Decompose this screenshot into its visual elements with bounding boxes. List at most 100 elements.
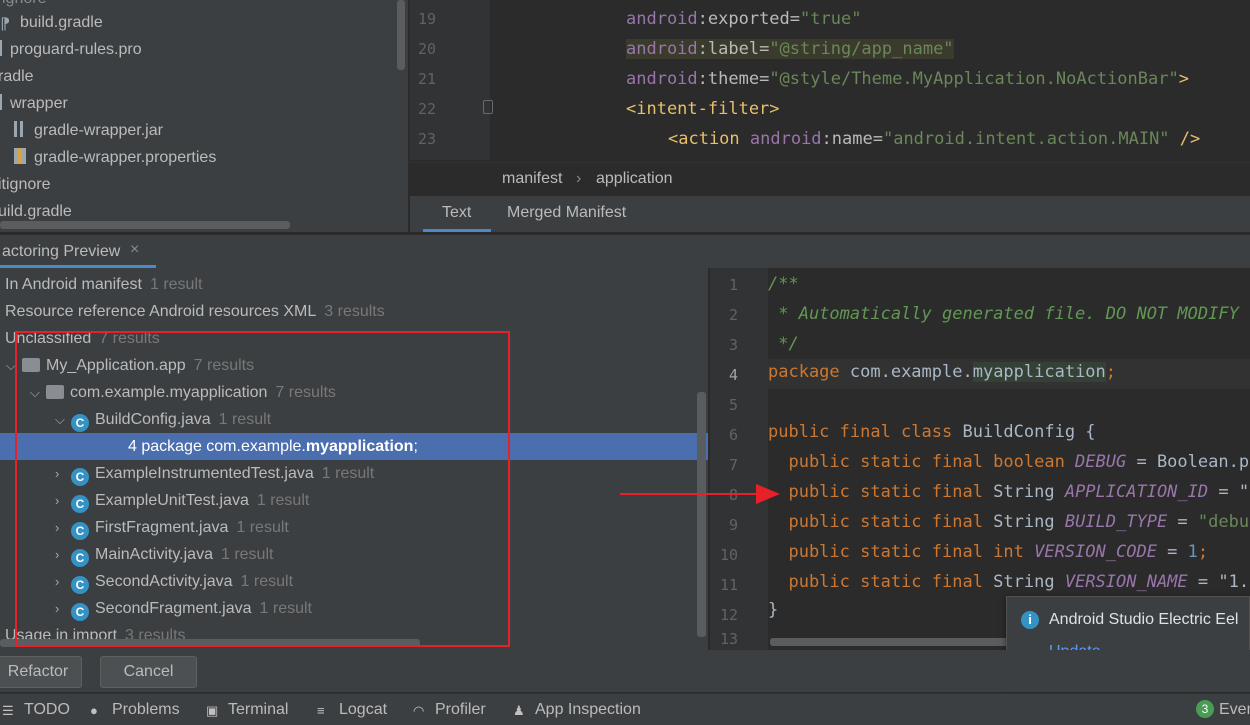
close-icon[interactable]: × bbox=[130, 241, 139, 259]
event-log-button[interactable]: Even bbox=[1219, 701, 1250, 719]
code-token: android bbox=[626, 9, 698, 29]
code-line: } bbox=[768, 600, 779, 620]
code-line: public static final String APPLICATION_I… bbox=[768, 482, 1250, 502]
code-line: public final class BuildConfig { bbox=[768, 422, 1096, 442]
code-token: public static final bbox=[768, 572, 983, 592]
code-token: <intent-filter> bbox=[626, 99, 780, 119]
annotation-arrow-icon bbox=[620, 484, 780, 504]
tab-merged-manifest[interactable]: Merged Manifest bbox=[507, 204, 626, 222]
breadcrumb: manifest › application bbox=[410, 162, 1250, 195]
tree-vertical-scrollbar[interactable] bbox=[397, 0, 405, 70]
line-number: 2 bbox=[728, 306, 738, 324]
properties-icon bbox=[14, 148, 28, 164]
tree-item-proguard[interactable]: proguard-rules.pro bbox=[0, 37, 142, 63]
project-tree: ignore ⁋build.gradle proguard-rules.pro … bbox=[0, 0, 408, 232]
tree-item-label: uild.gradle bbox=[0, 203, 72, 220]
code-token: String bbox=[982, 572, 1055, 592]
tool-label: Problems bbox=[112, 701, 180, 718]
preview-horizontal-scrollbar[interactable] bbox=[770, 638, 1010, 646]
manifest-editor[interactable]: 19 20 21 22 23 android:exported="true" a… bbox=[410, 0, 1250, 160]
code-token: "true" bbox=[800, 9, 862, 29]
tree-item-label: wrapper bbox=[10, 95, 68, 112]
code-token: = Boolean.parseBoolean("true"); bbox=[1136, 452, 1250, 472]
tree-item-wrapper-jar[interactable]: gradle-wrapper.jar bbox=[14, 118, 163, 144]
todo-tool-button[interactable]: ☰ TODO bbox=[2, 701, 70, 719]
tree-item-label: gradle-wrapper.jar bbox=[34, 122, 163, 139]
line-number: 13 bbox=[719, 630, 738, 648]
code-token: "android.intent.action.MAIN" bbox=[882, 129, 1170, 149]
refactor-button[interactable]: Refactor bbox=[0, 656, 82, 688]
tree-item-build-gradle[interactable]: ⁋ build.gradle bbox=[0, 10, 103, 36]
line-number: 1 bbox=[728, 276, 738, 294]
terminal-tool-button[interactable]: ▣ Terminal bbox=[206, 701, 288, 719]
tool-window-bar: ☰ TODO ● Problems ▣ Terminal ≡ Logcat ◠ Profi… bbox=[0, 693, 1250, 725]
results-vertical-scrollbar[interactable] bbox=[697, 392, 706, 637]
code-token: VERSION_CODE bbox=[1023, 542, 1157, 562]
tool-label: Profiler bbox=[435, 701, 486, 718]
tool-label: TODO bbox=[24, 701, 70, 718]
tree-item-wrapper[interactable]: wrapper bbox=[0, 91, 68, 117]
list-icon: ☰ bbox=[2, 703, 14, 718]
code-token: :label= bbox=[697, 39, 770, 59]
tree-horizontal-scrollbar[interactable] bbox=[0, 221, 290, 229]
annotation-highlight-box bbox=[15, 331, 510, 647]
fold-marker-icon[interactable] bbox=[483, 100, 493, 114]
code-token: <action bbox=[668, 129, 750, 149]
code-line: */ bbox=[768, 334, 799, 354]
tab-text[interactable]: Text bbox=[442, 204, 471, 222]
profiler-tool-button[interactable]: ◠ Profiler bbox=[413, 701, 486, 719]
line-number: 11 bbox=[719, 576, 738, 594]
code-token: public static final int bbox=[768, 542, 1024, 562]
code-token: public static final bbox=[768, 482, 983, 502]
inspection-icon: ♟ bbox=[513, 703, 525, 718]
tree-item-wrapper-properties[interactable]: gradle-wrapper.properties bbox=[14, 145, 216, 171]
group-label: In Android manifest bbox=[5, 276, 142, 293]
code-line: public static final int VERSION_CODE = 1… bbox=[768, 542, 1250, 562]
code-token: public static final bbox=[768, 512, 983, 532]
code-line: android:label="@string/app_name" bbox=[626, 39, 954, 59]
refactoring-preview-header: actoring Preview × bbox=[0, 234, 1250, 268]
code-token: myapplication bbox=[972, 362, 1106, 382]
code-token: > bbox=[1178, 69, 1189, 89]
code-token: = "com.example.myapplication"; bbox=[1218, 482, 1250, 502]
breadcrumb-application[interactable]: application bbox=[596, 170, 673, 188]
code-token: public static final boolean bbox=[768, 452, 1065, 472]
code-token: "@string/app_name" bbox=[769, 39, 954, 59]
code-token: ; bbox=[1197, 542, 1209, 562]
breadcrumb-manifest[interactable]: manifest bbox=[502, 170, 562, 188]
line-number: 4 bbox=[728, 366, 738, 384]
group-resource-reference[interactable]: Resource reference Android resources XML… bbox=[5, 298, 385, 325]
tree-item-gradle-folder[interactable]: radle bbox=[0, 64, 34, 90]
editor-gutter: 19 20 21 22 23 bbox=[410, 0, 493, 160]
code-line: public static final String BUILD_TYPE = … bbox=[768, 512, 1250, 532]
tool-label: Terminal bbox=[228, 701, 289, 718]
tab-refactoring-preview[interactable]: actoring Preview bbox=[2, 243, 120, 261]
app-inspection-tool-button[interactable]: ♟ App Inspection bbox=[513, 701, 641, 719]
group-label: Resource reference Android resources XML bbox=[5, 303, 317, 320]
code-token: /> bbox=[1169, 129, 1201, 149]
problems-tool-button[interactable]: ● Problems bbox=[90, 701, 180, 719]
line-number: 3 bbox=[728, 336, 738, 354]
code-token: :name= bbox=[821, 129, 883, 149]
line-number: 7 bbox=[728, 456, 738, 474]
cancel-button[interactable]: Cancel bbox=[100, 656, 197, 688]
tree-item-label: build.gradle bbox=[20, 14, 103, 31]
code-token: :theme= bbox=[697, 69, 770, 89]
code-line: <action android:name="android.intent.act… bbox=[668, 129, 1200, 149]
code-token: = bbox=[1167, 512, 1198, 532]
line-number: 5 bbox=[728, 396, 738, 414]
line-number: 21 bbox=[417, 70, 436, 88]
tree-item-label: radle bbox=[0, 68, 34, 85]
code-token: public final class bbox=[768, 422, 953, 442]
tree-item-label: proguard-rules.pro bbox=[10, 41, 142, 58]
tree-item-gitignore[interactable]: itignore bbox=[0, 172, 50, 198]
line-number: 9 bbox=[728, 516, 738, 534]
result-count: 1 result bbox=[149, 276, 203, 293]
code-token: = bbox=[1156, 542, 1188, 562]
problems-icon: ● bbox=[90, 703, 98, 718]
logcat-tool-button[interactable]: ≡ Logcat bbox=[317, 701, 387, 719]
line-number: 10 bbox=[719, 546, 738, 564]
code-token: "debug"; bbox=[1197, 512, 1250, 532]
group-android-manifest[interactable]: In Android manifest 1 result bbox=[5, 271, 202, 298]
code-token: "@style/Theme.MyApplication.NoActionBar" bbox=[769, 69, 1179, 89]
